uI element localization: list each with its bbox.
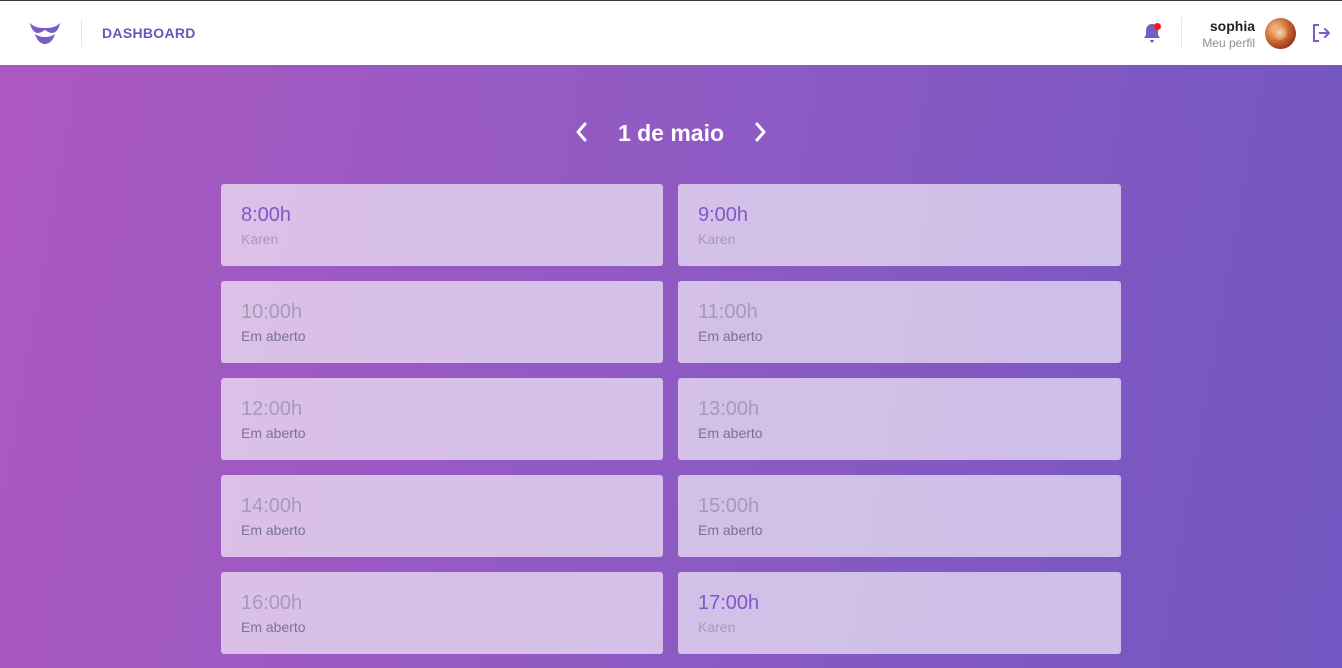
slot-label: Em aberto	[698, 425, 763, 441]
slot-label: Em aberto	[241, 522, 306, 538]
time-slot[interactable]: 10:00h Em aberto	[221, 281, 663, 363]
slot-time: 11:00h	[698, 301, 758, 323]
time-slot[interactable]: 14:00h Em aberto	[221, 475, 663, 557]
slot-time: 8:00h	[241, 204, 292, 226]
avatar[interactable]	[1265, 18, 1296, 49]
slot-label: Karen	[241, 231, 279, 247]
time-slot[interactable]: 11:00h Em aberto	[678, 281, 1121, 363]
slot-time: 13:00h	[698, 398, 760, 420]
time-slot[interactable]: 16:00h Em aberto	[221, 572, 663, 654]
time-slot[interactable]: 13:00h Em aberto	[678, 378, 1121, 460]
slot-time: 12:00h	[241, 398, 303, 420]
slot-time: 15:00h	[698, 495, 760, 517]
slot-label: Em aberto	[241, 328, 306, 344]
slot-label: Em aberto	[241, 619, 306, 635]
time-slot[interactable]: 8:00h Karen	[221, 184, 663, 266]
header-divider	[81, 19, 82, 47]
time-slot[interactable]: 15:00h Em aberto	[678, 475, 1121, 557]
slot-time: 17:00h	[698, 592, 760, 614]
slot-label: Karen	[698, 619, 736, 635]
slot-label: Karen	[698, 231, 736, 247]
time-slot[interactable]: 9:00h Karen	[678, 184, 1121, 266]
slot-time: 16:00h	[241, 592, 303, 614]
logout-icon[interactable]	[1311, 23, 1331, 43]
mustache-logo-icon[interactable]	[28, 19, 62, 47]
slot-time: 10:00h	[241, 301, 303, 323]
user-name: sophia	[1209, 18, 1255, 34]
slot-label: Em aberto	[241, 425, 306, 441]
slot-label: Em aberto	[698, 328, 763, 344]
date-navigator: 1 de maio	[0, 112, 1342, 156]
dashboard-title[interactable]: DASHBOARD	[102, 25, 196, 41]
current-date: 1 de maio	[617, 120, 725, 146]
user-divider	[1181, 17, 1182, 49]
slot-time: 14:00h	[241, 495, 303, 517]
notification-badge	[1154, 23, 1161, 30]
chevron-right-icon[interactable]	[750, 120, 770, 144]
time-slot[interactable]: 12:00h Em aberto	[221, 378, 663, 460]
slot-time: 9:00h	[698, 204, 749, 226]
time-slot[interactable]: 17:00h Karen	[678, 572, 1121, 654]
top-header: DASHBOARD sophia Meu perfil	[0, 1, 1342, 65]
schedule-grid: 8:00h Karen 9:00h Karen 10:00h Em aberto…	[221, 184, 1121, 654]
my-profile-link[interactable]: Meu perfil	[1202, 36, 1255, 50]
slot-label: Em aberto	[698, 522, 763, 538]
